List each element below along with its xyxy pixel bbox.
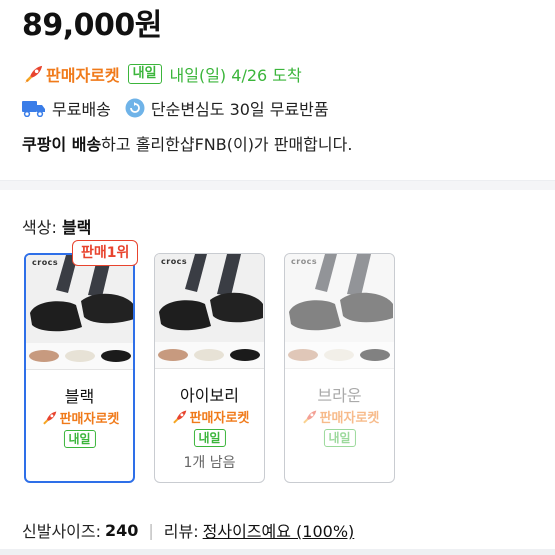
truck-icon [22,101,45,117]
product-photo-black: crocs [26,255,133,370]
slide-sandal-photo [155,254,264,368]
rocket-icon [42,410,56,425]
size-label: 신발사이즈: [22,522,101,541]
option-rocket-delivery: 판매자로켓 [26,408,133,427]
section-divider [0,180,555,190]
bestseller-rank-badge: 판매1위 [72,240,139,266]
shipping-info: 무료배송 단순변심도 30일 무료반품 [22,96,329,120]
option-tomorrow-badge: 내일 [63,430,96,448]
color-label-text: 색상: [22,218,57,237]
option-rocket-label: 판매자로켓 [319,411,380,426]
separator: | [148,520,154,540]
size-review-link[interactable]: 정사이즈예요 (100%) [203,518,355,542]
rocket-delivery-label: 판매자로켓 [46,66,120,85]
return-icon [125,98,145,118]
rocket-icon [302,409,316,424]
rocket-icon [172,409,186,424]
product-price: 89,000원 [22,8,162,43]
option-rocket-label: 판매자로켓 [189,411,250,426]
option-name: 아이보리 [180,386,239,405]
brand-logo: crocs [291,257,318,266]
stock-remaining: 1개 남음 [183,455,236,471]
product-photo-ivory: crocs [155,254,264,369]
coupang-delivery-label: 쿠팡이 배송 [22,135,102,154]
color-option-ivory[interactable]: crocs 아이보리 판매자로켓 내일 1개 남음 [154,253,265,483]
seller-text: 하고 홀리한샵FNB(이)가 판매합니다. [101,135,353,154]
color-option-black[interactable]: crocs 블랙 판매자로켓 내일 [24,253,135,483]
brand-logo: crocs [32,258,59,267]
brand-logo: crocs [161,257,188,266]
option-rocket-delivery: 판매자로켓 [285,407,394,426]
slide-sandal-photo [285,254,394,368]
tomorrow-badge: 내일 [127,64,162,84]
size-review-row: 신발사이즈: 240 | 리뷰: 정사이즈예요 (100%) [22,518,354,542]
option-name: 브라운 [317,386,362,405]
color-option-brown[interactable]: crocs 브라운 판매자로켓 내일 [284,253,395,483]
color-option-label: 색상: 블랙 [22,214,91,238]
rocket-icon [24,65,43,84]
arrival-date: 내일(일) 4/26 도착 [169,66,302,85]
slide-sandal-photo [26,255,133,369]
product-photo-brown: crocs [285,254,394,369]
size-value: 240 [105,520,139,540]
option-tomorrow-badge: 내일 [193,429,226,447]
option-rocket-label: 판매자로켓 [59,412,120,427]
option-name: 블랙 [64,387,95,406]
option-rocket-delivery: 판매자로켓 [155,407,264,426]
selected-color: 블랙 [61,218,92,237]
seller-info: 쿠팡이 배송하고 홀리한샵FNB(이)가 판매합니다. [22,131,352,155]
bottom-divider [0,549,555,555]
free-shipping-text: 무료배송 [52,100,111,119]
delivery-info: 판매자로켓 내일 내일(일) 4/26 도착 [22,62,302,86]
option-tomorrow-badge: 내일 [323,429,356,447]
return-policy-text: 단순변심도 30일 무료반품 [150,100,329,119]
review-label: 리뷰: [163,522,199,541]
